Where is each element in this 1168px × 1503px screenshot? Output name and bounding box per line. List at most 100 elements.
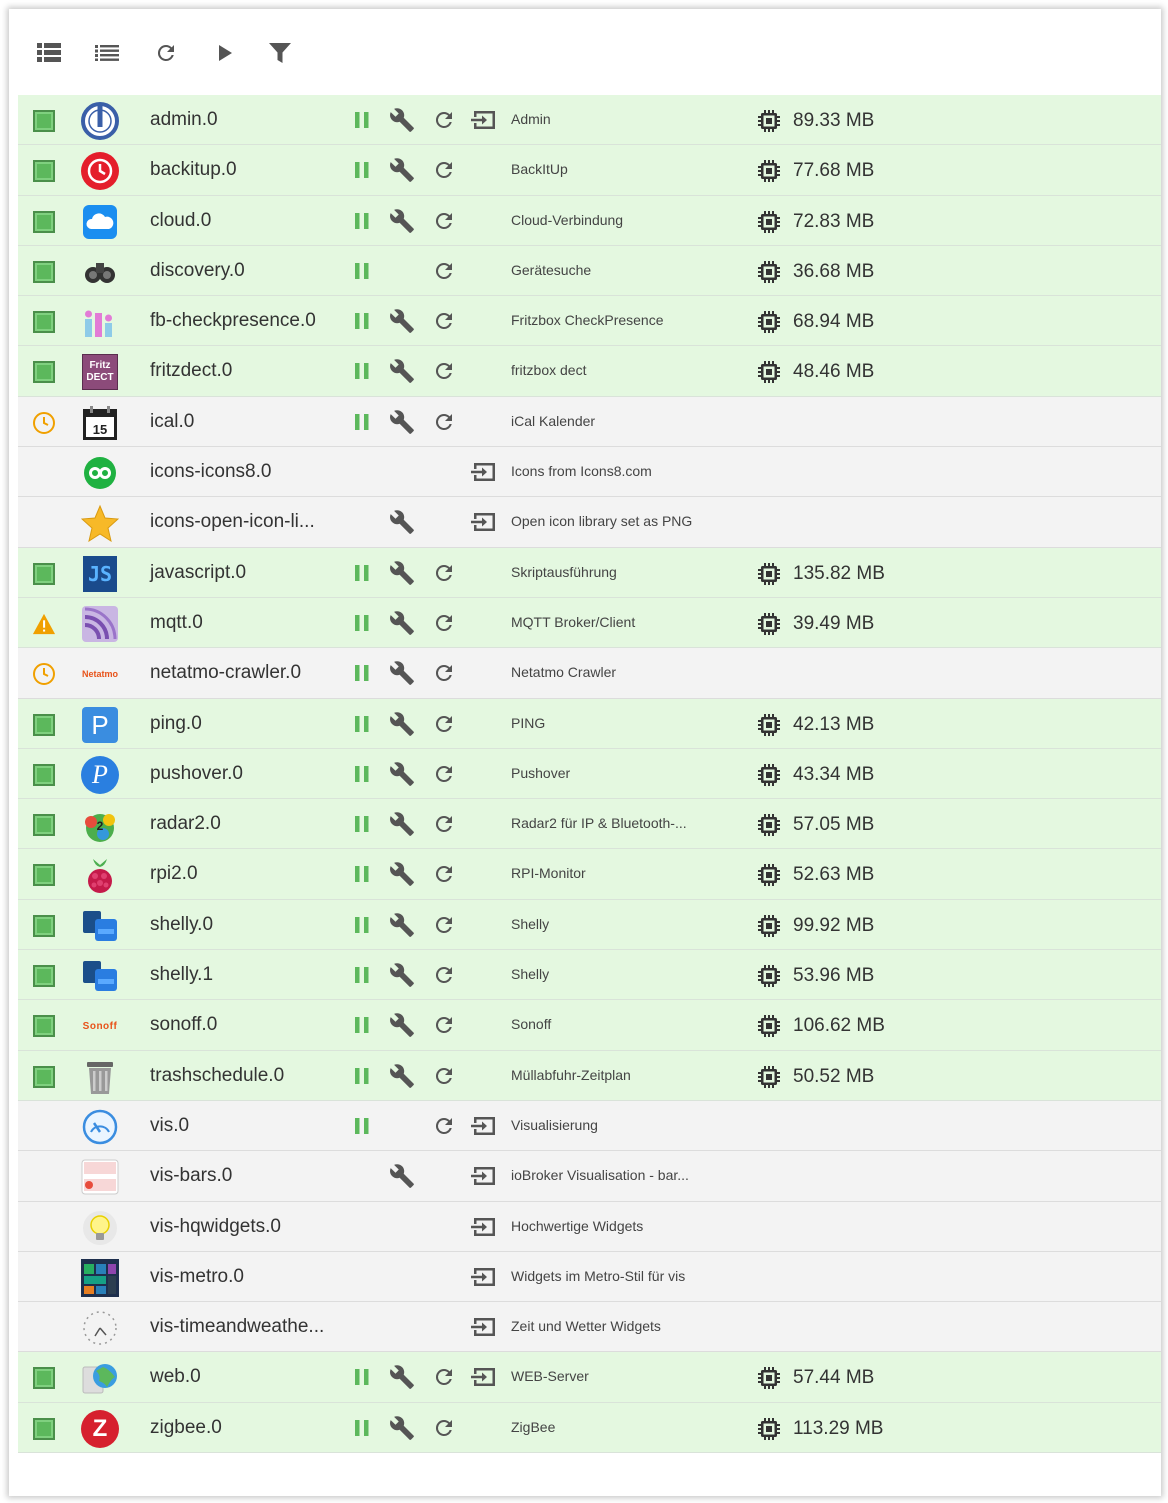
restart-button[interactable] — [430, 1012, 458, 1038]
instance-row[interactable]: fb-checkpresence.0 Fritzbox CheckPresence… — [18, 296, 1161, 347]
pause-button[interactable] — [348, 308, 376, 334]
instance-row[interactable]: vis.0 Visualisierung — [18, 1100, 1161, 1152]
pause-button[interactable] — [348, 358, 376, 384]
settings-button[interactable] — [388, 208, 416, 234]
settings-button[interactable] — [388, 761, 416, 787]
restart-button[interactable] — [430, 1415, 458, 1441]
settings-button[interactable] — [388, 157, 416, 183]
restart-button[interactable] — [430, 912, 458, 938]
pause-button[interactable] — [348, 107, 376, 133]
pause-button[interactable] — [348, 811, 376, 837]
pause-button[interactable] — [348, 208, 376, 234]
settings-button[interactable] — [388, 358, 416, 384]
instance-row[interactable]: Netatmo netatmo-crawler.0 Netatmo Crawler — [18, 648, 1161, 699]
instance-row[interactable]: icons-icons8.0 Icons from Icons8.com — [18, 447, 1161, 498]
restart-button[interactable] — [430, 1364, 458, 1390]
open-web-button[interactable] — [470, 1314, 498, 1340]
instance-row[interactable]: Zzigbee.0 ZigBee 113.29 MB — [18, 1402, 1161, 1454]
restart-button[interactable] — [430, 308, 458, 334]
instance-row[interactable]: vis-metro.0 Widgets im Metro-Stil für vis — [18, 1251, 1161, 1303]
instance-row[interactable]: JS javascript.0 Skriptausführung 135.82 MB — [18, 547, 1161, 598]
settings-button[interactable] — [388, 962, 416, 988]
pause-button[interactable] — [348, 258, 376, 284]
pause-button[interactable] — [348, 912, 376, 938]
restart-button[interactable] — [430, 761, 458, 787]
restart-button[interactable] — [430, 358, 458, 384]
instance-row[interactable]: 15 ical.0 iCal Kalender — [18, 396, 1161, 448]
restart-button[interactable] — [430, 1113, 458, 1139]
restart-button[interactable] — [430, 157, 458, 183]
pause-button[interactable] — [348, 761, 376, 787]
instance-row[interactable]: trashschedule.0 Müllabfuhr-Zeitplan 50.52 … — [18, 1050, 1161, 1101]
settings-button[interactable] — [388, 811, 416, 837]
instance-row[interactable]: rpi2.0 RPI-Monitor 52.63 MB — [18, 849, 1161, 900]
instance-row[interactable]: backitup.0 BackItUp 77.68 MB — [18, 145, 1161, 196]
restart-button[interactable] — [430, 711, 458, 737]
open-web-button[interactable] — [470, 1364, 498, 1390]
instance-row[interactable]: icons-open-icon-li... Open icon library s… — [18, 497, 1161, 548]
pause-button[interactable] — [348, 409, 376, 435]
settings-button[interactable] — [388, 1364, 416, 1390]
open-web-button[interactable] — [470, 509, 498, 535]
settings-button[interactable] — [388, 308, 416, 334]
settings-button[interactable] — [388, 1415, 416, 1441]
instance-row[interactable]: mqtt.0 MQTT Broker/Client 39.49 MB — [18, 597, 1161, 649]
instance-row[interactable]: Fritz DECT fritzdect.0 fritzbox dect 48.46 … — [18, 346, 1161, 397]
filter-button[interactable] — [265, 39, 295, 67]
restart-button[interactable] — [430, 258, 458, 284]
pause-button[interactable] — [348, 560, 376, 586]
instance-row[interactable]: Pping.0 PING 42.13 MB — [18, 698, 1161, 749]
instance-row[interactable]: Sonoff sonoff.0 Sonoff 106.62 MB — [18, 1000, 1161, 1051]
restart-button[interactable] — [430, 811, 458, 837]
restart-button[interactable] — [430, 660, 458, 686]
restart-button[interactable] — [430, 107, 458, 133]
pause-button[interactable] — [348, 861, 376, 887]
instance-row[interactable]: Ppushover.0 Pushover 43.34 MB — [18, 748, 1161, 800]
instance-row[interactable]: vis-bars.0 ioBroker Visualisation - bar..… — [18, 1151, 1161, 1202]
settings-button[interactable] — [388, 912, 416, 938]
restart-button[interactable] — [430, 409, 458, 435]
open-web-button[interactable] — [470, 1264, 498, 1290]
settings-button[interactable] — [388, 1012, 416, 1038]
pause-button[interactable] — [348, 1113, 376, 1139]
pause-button[interactable] — [348, 1012, 376, 1038]
instance-row[interactable]: shelly.1 Shelly 53.96 MB — [18, 950, 1161, 1001]
view-list-button[interactable] — [34, 39, 64, 67]
settings-button[interactable] — [388, 660, 416, 686]
settings-button[interactable] — [388, 1063, 416, 1089]
open-web-button[interactable] — [470, 1214, 498, 1240]
instance-row[interactable]: web.0 WEB-Server 57.44 MB — [18, 1352, 1161, 1403]
restart-button[interactable] — [430, 861, 458, 887]
refresh-button[interactable] — [151, 39, 181, 67]
restart-button[interactable] — [430, 208, 458, 234]
play-button[interactable] — [210, 39, 240, 67]
instance-row[interactable]: 2 radar2.0 Radar2 für IP & Bluetooth-... 57… — [18, 799, 1161, 850]
pause-button[interactable] — [348, 610, 376, 636]
restart-button[interactable] — [430, 560, 458, 586]
settings-button[interactable] — [388, 610, 416, 636]
instance-row[interactable]: vis-hqwidgets.0 Hochwertige Widgets — [18, 1201, 1161, 1252]
instance-row[interactable]: shelly.0 Shelly 99.92 MB — [18, 899, 1161, 951]
settings-button[interactable] — [388, 861, 416, 887]
pause-button[interactable] — [348, 711, 376, 737]
pause-button[interactable] — [348, 962, 376, 988]
settings-button[interactable] — [388, 409, 416, 435]
instance-row[interactable]: vis-timeandweathe... Zeit und Wetter Widg… — [18, 1302, 1161, 1353]
settings-button[interactable] — [388, 1163, 416, 1189]
instance-row[interactable]: cloud.0 Cloud-Verbindung 72.83 MB — [18, 195, 1161, 246]
open-web-button[interactable] — [470, 107, 498, 133]
restart-button[interactable] — [430, 610, 458, 636]
pause-button[interactable] — [348, 1415, 376, 1441]
instance-row[interactable]: admin.0 Admin 89.33 MB — [18, 95, 1161, 146]
pause-button[interactable] — [348, 157, 376, 183]
restart-button[interactable] — [430, 1063, 458, 1089]
settings-button[interactable] — [388, 560, 416, 586]
open-web-button[interactable] — [470, 459, 498, 485]
restart-button[interactable] — [430, 962, 458, 988]
pause-button[interactable] — [348, 660, 376, 686]
open-web-button[interactable] — [470, 1163, 498, 1189]
instance-row[interactable]: discovery.0 Gerätesuche 36.68 MB — [18, 245, 1161, 297]
open-web-button[interactable] — [470, 1113, 498, 1139]
settings-button[interactable] — [388, 107, 416, 133]
list-button[interactable] — [92, 39, 122, 67]
